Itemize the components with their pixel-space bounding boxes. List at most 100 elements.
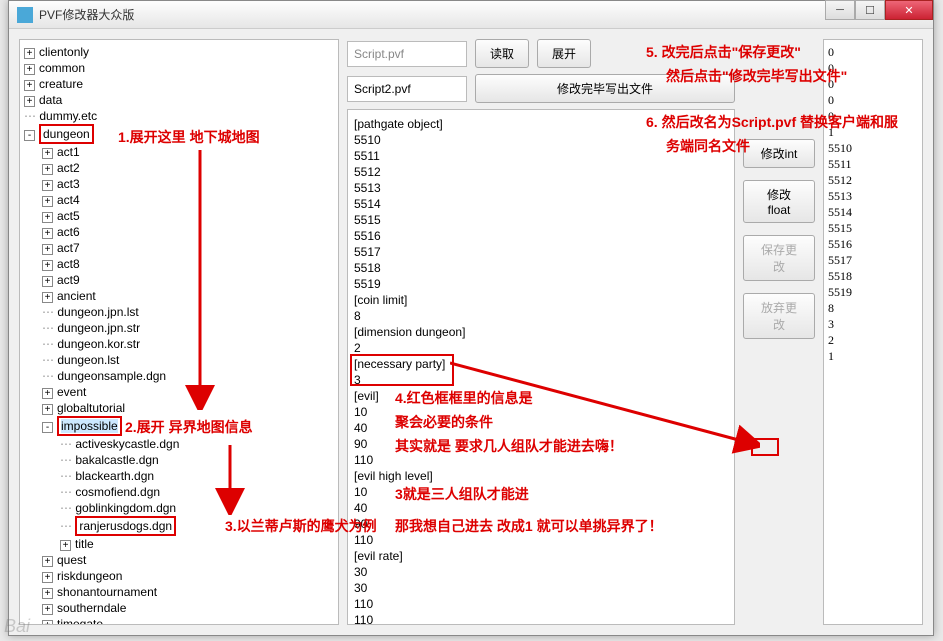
script-path-display <box>347 41 467 67</box>
output-file-input[interactable] <box>347 76 467 102</box>
tree-toggle-icon[interactable]: + <box>42 572 53 583</box>
tree-toggle-icon[interactable]: + <box>42 228 53 239</box>
tree-toggle-icon[interactable]: + <box>42 292 53 303</box>
tree-toggle-icon[interactable]: - <box>42 422 53 433</box>
tree-toggle-icon[interactable]: + <box>42 148 53 159</box>
modify-int-button[interactable]: 修改int <box>743 139 815 168</box>
read-button[interactable]: 读取 <box>475 39 529 68</box>
tree-label: impossible <box>61 419 118 433</box>
tree-item[interactable]: ⋯ dungeon.lst <box>24 352 334 368</box>
tree-toggle-icon[interactable]: + <box>42 212 53 223</box>
tree-toggle-icon[interactable]: + <box>60 540 71 551</box>
tree-toggle-icon[interactable]: + <box>42 388 53 399</box>
tree-item[interactable]: +act2 <box>24 160 334 176</box>
modify-float-button[interactable]: 修改float <box>743 180 815 223</box>
value-item[interactable]: 1 <box>828 124 918 140</box>
value-item[interactable]: 5513 <box>828 188 918 204</box>
value-item[interactable]: 1 <box>828 348 918 364</box>
tree-item[interactable]: +common <box>24 60 334 76</box>
tree-toggle-icon[interactable]: + <box>24 96 35 107</box>
tree-item[interactable]: + timegate <box>24 616 334 625</box>
expand-button[interactable]: 展开 <box>537 39 591 68</box>
value-item[interactable]: 0 <box>828 44 918 60</box>
tree-toggle-icon[interactable]: + <box>42 556 53 567</box>
tree-item[interactable]: +act8 <box>24 256 334 272</box>
tree-item[interactable]: ⋯ cosmofiend.dgn <box>24 484 334 500</box>
tree-toggle-icon[interactable]: - <box>24 130 35 141</box>
close-button[interactable]: ✕ <box>885 0 933 20</box>
discard-changes-button[interactable]: 放弃更改 <box>743 293 815 339</box>
value-item[interactable]: 5516 <box>828 236 918 252</box>
value-item[interactable]: 8 <box>828 300 918 316</box>
tree-item[interactable]: +act5 <box>24 208 334 224</box>
tree-toggle-icon[interactable]: + <box>42 620 53 625</box>
value-item[interactable]: 0 <box>828 92 918 108</box>
tree-item[interactable]: +clientonly <box>24 44 334 60</box>
tree-item[interactable]: ⋯ dungeonsample.dgn <box>24 368 334 384</box>
value-item[interactable]: 5518 <box>828 268 918 284</box>
tree-item[interactable]: + act3 <box>24 176 334 192</box>
value-item[interactable]: 5517 <box>828 252 918 268</box>
tree-item[interactable]: +act7 <box>24 240 334 256</box>
file-tree[interactable]: +clientonly+common+creature+data⋯ dummy.… <box>19 39 339 625</box>
tree-toggle-icon[interactable]: + <box>42 276 53 287</box>
tree-toggle-icon[interactable]: + <box>24 48 35 59</box>
value-item[interactable]: 0 <box>828 76 918 92</box>
tree-item[interactable]: ⋯ dummy.etc <box>24 108 334 124</box>
tree-item[interactable]: ⋯ blackearth.dgn <box>24 468 334 484</box>
value-item[interactable]: 5512 <box>828 172 918 188</box>
value-item[interactable]: 5515 <box>828 220 918 236</box>
tree-item[interactable]: ⋯ goblinkingdom.dgn <box>24 500 334 516</box>
tree-item[interactable]: +ancient <box>24 288 334 304</box>
tree-item[interactable]: ⋯ bakalcastle.dgn <box>24 452 334 468</box>
tree-item[interactable]: +event <box>24 384 334 400</box>
tree-item[interactable]: +act6 <box>24 224 334 240</box>
tree-toggle-icon[interactable]: + <box>24 80 35 91</box>
script-editor[interactable]: [pathgate object] 5510 5511 5512 5513 55… <box>347 109 735 625</box>
tree-item[interactable]: ⋯ activeskycastle.dgn <box>24 436 334 452</box>
tree-item[interactable]: +act9 <box>24 272 334 288</box>
tree-item[interactable]: +creature <box>24 76 334 92</box>
value-item[interactable]: 0 <box>828 108 918 124</box>
tree-item[interactable]: +southerndale <box>24 600 334 616</box>
tree-item[interactable]: ⋯ dungeon.kor.str <box>24 336 334 352</box>
tree-item[interactable]: ⋯ dungeon.jpn.str <box>24 320 334 336</box>
tree-item[interactable]: +act1 <box>24 144 334 160</box>
tree-toggle-icon[interactable]: + <box>42 260 53 271</box>
tree-toggle-icon[interactable]: + <box>42 404 53 415</box>
tree-label: act3 <box>57 177 80 191</box>
tree-item[interactable]: +title <box>24 536 334 552</box>
tree-item[interactable]: -impossible <box>24 416 334 436</box>
value-list[interactable]: 0000015510551155125513551455155516551755… <box>823 39 923 625</box>
tree-toggle-icon[interactable]: + <box>42 164 53 175</box>
tree-item[interactable]: +shonantournament <box>24 584 334 600</box>
write-file-button[interactable]: 修改完毕写出文件 <box>475 74 735 103</box>
tree-toggle-icon[interactable]: + <box>42 588 53 599</box>
tree-item[interactable]: +act4 <box>24 192 334 208</box>
minimize-button[interactable]: ─ <box>825 0 855 20</box>
value-item[interactable]: 3 <box>828 316 918 332</box>
maximize-button[interactable]: ☐ <box>855 0 885 20</box>
value-item[interactable]: 5514 <box>828 204 918 220</box>
value-item[interactable]: 2 <box>828 332 918 348</box>
tree-item[interactable]: ⋯ dungeon.jpn.lst <box>24 304 334 320</box>
save-changes-button[interactable]: 保存更改 <box>743 235 815 281</box>
tree-label: data <box>39 93 62 107</box>
tree-toggle-icon[interactable]: + <box>42 244 53 255</box>
tree-toggle-icon[interactable]: + <box>24 64 35 75</box>
tree-item[interactable]: +quest <box>24 552 334 568</box>
tree-item[interactable]: +globaltutorial <box>24 400 334 416</box>
tree-item[interactable]: ⋯ ranjerusdogs.dgn <box>24 516 334 536</box>
tree-item[interactable]: + data <box>24 92 334 108</box>
tree-label: timegate <box>57 617 103 625</box>
value-item[interactable]: 5519 <box>828 284 918 300</box>
value-item[interactable]: 0 <box>828 60 918 76</box>
watermark: Bai <box>4 616 30 637</box>
tree-item[interactable]: -dungeon <box>24 124 334 144</box>
tree-toggle-icon[interactable]: + <box>42 196 53 207</box>
tree-item[interactable]: +riskdungeon <box>24 568 334 584</box>
value-item[interactable]: 5510 <box>828 140 918 156</box>
tree-toggle-icon[interactable]: + <box>42 180 53 191</box>
value-item[interactable]: 5511 <box>828 156 918 172</box>
tree-toggle-icon[interactable]: + <box>42 604 53 615</box>
